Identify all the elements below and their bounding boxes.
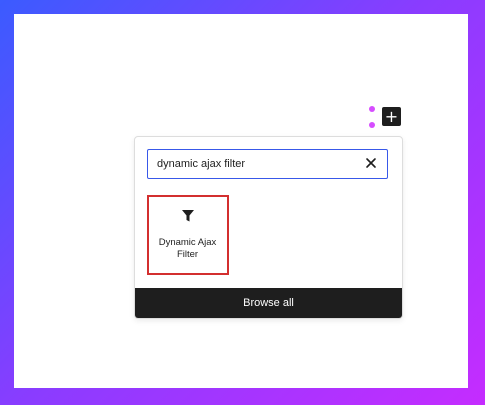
editor-canvas: + Dynamic Ajax Filter Browse all [14, 14, 468, 388]
gradient-frame: + Dynamic Ajax Filter Browse all [0, 0, 485, 405]
block-result-label: Dynamic Ajax Filter [158, 237, 217, 260]
block-insertion-point [368, 106, 376, 130]
block-result-item[interactable]: Dynamic Ajax Filter [147, 195, 229, 275]
close-icon [366, 158, 376, 168]
insertion-dot-bottom [369, 122, 375, 128]
browse-all-button[interactable]: Browse all [135, 288, 402, 318]
search-input[interactable] [157, 150, 357, 177]
plus-icon: + [384, 106, 399, 126]
filter-icon [182, 210, 194, 222]
block-inserter-popover: Dynamic Ajax Filter Browse all [134, 136, 403, 319]
clear-search-button[interactable] [363, 155, 379, 171]
add-block-button[interactable]: + [382, 107, 401, 126]
insertion-dot-top [369, 106, 375, 112]
search-field[interactable] [147, 149, 388, 179]
